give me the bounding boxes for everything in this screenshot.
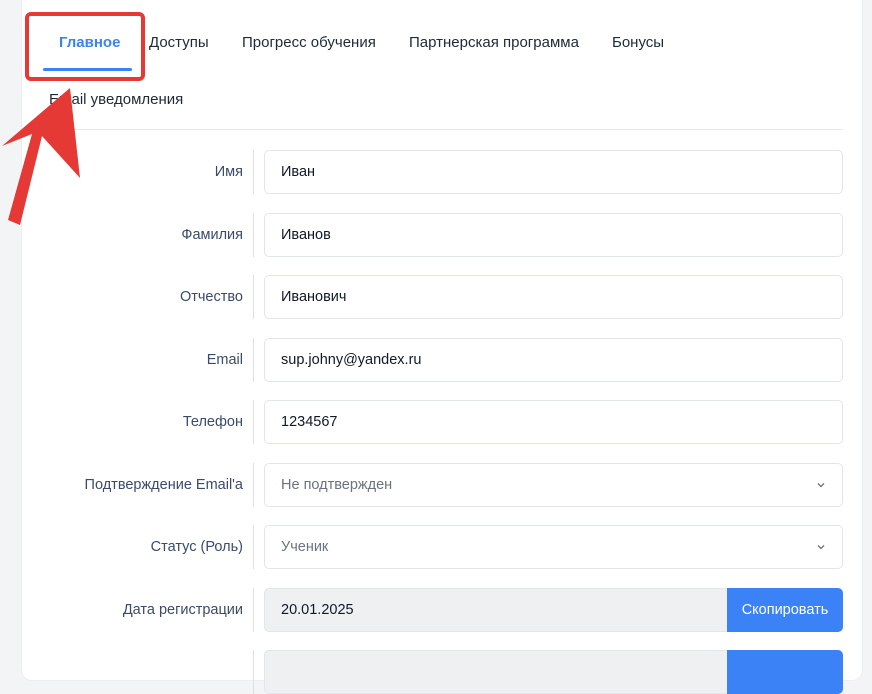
row-phone: Телефон 1234567 — [0, 400, 872, 444]
divider — [253, 400, 254, 444]
partial-button[interactable] — [727, 650, 843, 694]
phone-field[interactable]: 1234567 — [264, 400, 843, 444]
tabs-divider — [42, 129, 843, 130]
email-field[interactable]: sup.johny@yandex.ru — [264, 338, 843, 382]
row-email-confirm: Подтверждение Email'a Не подтвержден — [0, 463, 872, 507]
tab-partner[interactable]: Партнерская программа — [409, 34, 579, 51]
divider — [253, 588, 254, 632]
highlight-box — [25, 12, 145, 81]
email-label: Email — [206, 352, 243, 368]
phone-label: Телефон — [182, 414, 243, 430]
divider — [253, 150, 254, 194]
role-value: Ученик — [281, 539, 329, 555]
chevron-down-icon — [817, 545, 825, 550]
row-partial — [0, 650, 872, 694]
chevron-down-icon — [817, 483, 825, 488]
divider — [253, 463, 254, 507]
reg-date-field: 20.01.2025 — [264, 588, 728, 632]
divider — [253, 213, 254, 257]
divider — [253, 525, 254, 569]
row-last-name: Фамилия Иванов — [0, 213, 872, 257]
tab-access[interactable]: Доступы — [149, 34, 209, 51]
row-reg-date: Дата регистрации 20.01.2025 Скопировать — [0, 588, 872, 632]
role-select[interactable]: Ученик — [264, 525, 843, 569]
last-name-label: Фамилия — [181, 227, 243, 243]
divider — [253, 338, 254, 382]
last-name-field[interactable]: Иванов — [264, 213, 843, 257]
tab-bonuses[interactable]: Бонусы — [612, 34, 664, 51]
divider — [253, 275, 254, 319]
row-first-name: Имя Иван — [0, 150, 872, 194]
partial-field — [264, 650, 728, 694]
row-email: Email sup.johny@yandex.ru — [0, 338, 872, 382]
first-name-field[interactable]: Иван — [264, 150, 843, 194]
email-confirm-value: Не подтвержден — [281, 477, 393, 493]
first-name-label: Имя — [214, 164, 243, 180]
middle-name-field[interactable]: Иванович — [264, 275, 843, 319]
reg-date-label: Дата регистрации — [122, 602, 243, 618]
row-role: Статус (Роль) Ученик — [0, 525, 872, 569]
email-confirm-select[interactable]: Не подтвержден — [264, 463, 843, 507]
divider — [253, 650, 254, 694]
copy-button[interactable]: Скопировать — [727, 588, 843, 632]
middle-name-label: Отчество — [179, 289, 243, 305]
tab-progress[interactable]: Прогресс обучения — [242, 34, 376, 51]
row-middle-name: Отчество Иванович — [0, 275, 872, 319]
role-label: Статус (Роль) — [150, 539, 243, 555]
email-confirm-label: Подтверждение Email'a — [84, 477, 243, 493]
